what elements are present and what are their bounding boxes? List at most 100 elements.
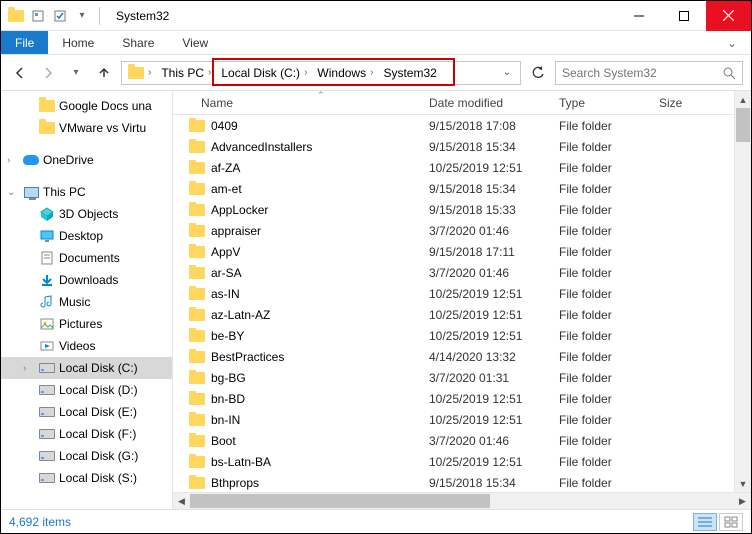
file-row[interactable]: bn-BD 10/25/2019 12:51 File folder (173, 388, 734, 409)
close-button[interactable] (706, 1, 751, 31)
col-name[interactable]: Name (173, 91, 421, 114)
folder-icon (189, 328, 205, 344)
tree-item[interactable]: 3D Objects (1, 203, 172, 225)
folder-icon (189, 223, 205, 239)
scroll-up-icon[interactable]: ▲ (735, 91, 751, 108)
file-tab[interactable]: File (1, 31, 48, 54)
folder-icon (189, 349, 205, 365)
navigation-tree[interactable]: Google Docs unaVMware vs Virtu ›OneDrive ⌄… (1, 91, 173, 509)
crumb-thispc[interactable]: This PC (161, 66, 204, 80)
up-button[interactable] (93, 62, 115, 84)
file-row[interactable]: BestPractices 4/14/2020 13:32 File folde… (173, 346, 734, 367)
tree-item[interactable]: Local Disk (E:) (1, 401, 172, 423)
tab-home[interactable]: Home (48, 31, 108, 54)
search-box[interactable] (555, 61, 743, 85)
folder-icon (189, 286, 205, 302)
tree-item[interactable]: Local Disk (G:) (1, 445, 172, 467)
scroll-right-icon[interactable]: ▶ (734, 493, 751, 509)
column-headers: ⌃ Name Date modified Type Size (173, 91, 734, 115)
file-row[interactable]: 0409 9/15/2018 17:08 File folder (173, 115, 734, 136)
file-row[interactable]: Bthprops 9/15/2018 15:34 File folder (173, 472, 734, 492)
file-rows: 0409 9/15/2018 17:08 File folder Advance… (173, 115, 734, 492)
forward-button[interactable] (37, 62, 59, 84)
folder-icon (189, 454, 205, 470)
address-bar[interactable]: › This PC› Local Disk (C:)› Windows› Sys… (121, 61, 521, 85)
back-button[interactable] (9, 62, 31, 84)
tree-onedrive[interactable]: ›OneDrive (1, 149, 172, 171)
hscroll-thumb[interactable] (190, 494, 490, 508)
maximize-button[interactable] (661, 1, 706, 31)
file-row[interactable]: AdvancedInstallers 9/15/2018 15:34 File … (173, 136, 734, 157)
folder-icon (189, 412, 205, 428)
item-count: 4,692 items (9, 515, 71, 529)
address-dropdown-icon[interactable]: ⌄ (496, 62, 518, 84)
details-view-button[interactable] (693, 513, 717, 531)
scroll-left-icon[interactable]: ◀ (173, 493, 190, 509)
tree-item[interactable]: Music (1, 291, 172, 313)
col-type[interactable]: Type (551, 91, 651, 114)
tree-thispc[interactable]: ⌄This PC (1, 181, 172, 203)
crumb-windows[interactable]: Windows (317, 66, 366, 80)
file-row[interactable]: bg-BG 3/7/2020 01:31 File folder (173, 367, 734, 388)
tree-item[interactable]: Pictures (1, 313, 172, 335)
large-icons-view-button[interactable] (719, 513, 743, 531)
folder-icon (189, 202, 205, 218)
tree-item[interactable]: Videos (1, 335, 172, 357)
tree-quick-item[interactable]: Google Docs una (1, 95, 172, 117)
search-icon (722, 66, 736, 80)
recent-dropdown-icon[interactable]: ▾ (65, 62, 87, 84)
tree-item[interactable]: Documents (1, 247, 172, 269)
folder-icon (189, 181, 205, 197)
scroll-thumb[interactable] (736, 108, 750, 142)
col-date[interactable]: Date modified (421, 91, 551, 114)
folder-icon (189, 475, 205, 491)
qat-dropdown-icon[interactable]: ▾ (73, 7, 91, 25)
horizontal-scrollbar[interactable]: ◀ ▶ (173, 492, 751, 509)
crumb-system32[interactable]: System32 (383, 66, 436, 80)
minimize-button[interactable] (616, 1, 661, 31)
file-row[interactable]: Boot 3/7/2020 01:46 File folder (173, 430, 734, 451)
file-row[interactable]: af-ZA 10/25/2019 12:51 File folder (173, 157, 734, 178)
crumb-c[interactable]: Local Disk (C:) (221, 66, 300, 80)
ribbon-expand-icon[interactable]: ⌄ (713, 31, 751, 54)
ribbon-tabs: File Home Share View ⌄ (1, 31, 751, 55)
search-input[interactable] (562, 66, 722, 80)
tree-item[interactable]: Desktop (1, 225, 172, 247)
file-row[interactable]: bs-Latn-BA 10/25/2019 12:51 File folder (173, 451, 734, 472)
file-row[interactable]: bn-IN 10/25/2019 12:51 File folder (173, 409, 734, 430)
file-row[interactable]: be-BY 10/25/2019 12:51 File folder (173, 325, 734, 346)
tree-quick-item[interactable]: VMware vs Virtu (1, 117, 172, 139)
window-title: System32 (110, 9, 169, 23)
status-bar: 4,692 items (1, 509, 751, 533)
file-row[interactable]: AppLocker 9/15/2018 15:33 File folder (173, 199, 734, 220)
folder-icon (189, 244, 205, 260)
tab-view[interactable]: View (168, 31, 222, 54)
file-row[interactable]: am-et 9/15/2018 15:34 File folder (173, 178, 734, 199)
title-bar: ▾ System32 (1, 1, 751, 31)
folder-icon (189, 160, 205, 176)
file-row[interactable]: az-Latn-AZ 10/25/2019 12:51 File folder (173, 304, 734, 325)
refresh-button[interactable] (527, 62, 549, 84)
sort-indicator-icon: ⌃ (317, 91, 325, 101)
qat-properties-icon[interactable] (29, 7, 47, 25)
tab-share[interactable]: Share (108, 31, 168, 54)
file-row[interactable]: AppV 9/15/2018 17:11 File folder (173, 241, 734, 262)
folder-icon (189, 370, 205, 386)
navigation-bar: ▾ › This PC› Local Disk (C:)› Windows› S… (1, 55, 751, 91)
tree-item[interactable]: Local Disk (F:) (1, 423, 172, 445)
vertical-scrollbar[interactable]: ▲ ▼ (734, 91, 751, 492)
folder-icon (189, 391, 205, 407)
tree-item[interactable]: Downloads (1, 269, 172, 291)
folder-icon (189, 307, 205, 323)
file-row[interactable]: as-IN 10/25/2019 12:51 File folder (173, 283, 734, 304)
tree-item[interactable]: ›Local Disk (C:) (1, 357, 172, 379)
folder-icon (189, 139, 205, 155)
scroll-down-icon[interactable]: ▼ (735, 475, 751, 492)
file-list: ⌃ Name Date modified Type Size 0409 9/15… (173, 91, 751, 509)
tree-item[interactable]: Local Disk (S:) (1, 467, 172, 489)
file-row[interactable]: ar-SA 3/7/2020 01:46 File folder (173, 262, 734, 283)
qat-checkbox-icon[interactable] (51, 7, 69, 25)
file-row[interactable]: appraiser 3/7/2020 01:46 File folder (173, 220, 734, 241)
col-size[interactable]: Size (651, 91, 711, 114)
tree-item[interactable]: Local Disk (D:) (1, 379, 172, 401)
